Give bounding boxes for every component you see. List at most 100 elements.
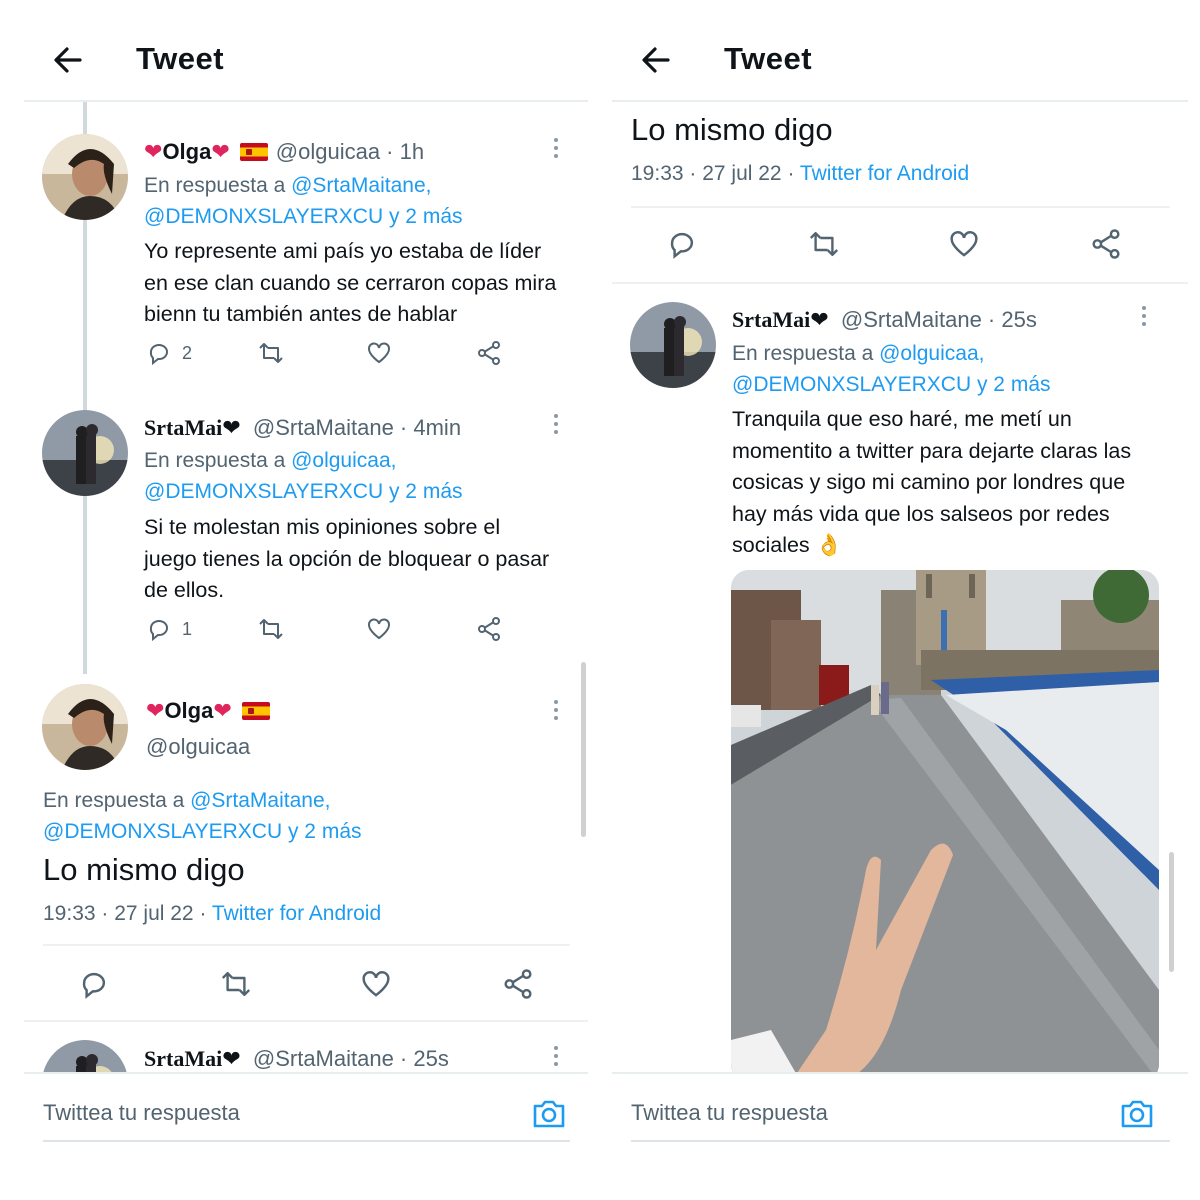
kebab-icon[interactable]	[552, 414, 560, 438]
page-title: Tweet	[724, 41, 813, 76]
divider	[43, 944, 570, 946]
avatar[interactable]	[42, 1040, 128, 1072]
tweet-actions: 2	[146, 340, 526, 380]
like-icon	[362, 971, 390, 997]
reply-input[interactable]: Twittea tu respuesta	[631, 1100, 828, 1126]
like-icon	[950, 231, 978, 257]
source-link[interactable]: Twitter for Android	[800, 162, 969, 185]
tweet-text: Yo represente ami país yo estaba de líde…	[144, 239, 557, 326]
mention-link[interactable]: @DEMONXSLAYERXCU y 2 más	[144, 205, 463, 228]
mention-link[interactable]: @DEMONXSLAYERXCU y 2 más	[144, 480, 463, 503]
like-icon	[368, 342, 390, 364]
reply-composer: Twittea tu respuesta	[612, 1072, 1200, 1200]
tweet-author[interactable]: SrtaMai ❤ @SrtaMaitane · 25s	[732, 307, 1037, 333]
retweet-button[interactable]	[256, 340, 286, 366]
retweet-button[interactable]	[218, 968, 254, 1000]
retweet-button[interactable]	[806, 228, 842, 260]
divider	[612, 282, 1188, 284]
tweet-actions	[666, 228, 1136, 268]
mention-link[interactable]: @SrtaMaitane,	[291, 174, 431, 197]
tweet-text: Tranquila que eso haré, me metí un momen…	[732, 407, 1132, 557]
reply-button[interactable]: 1	[146, 616, 192, 642]
page-title: Tweet	[136, 41, 225, 76]
author-handle[interactable]: @olguicaa	[146, 734, 250, 760]
reply-to: En respuesta a @SrtaMaitane, @DEMONXSLAY…	[144, 174, 463, 228]
tweet-timestamp: 19:33 · 27 jul 22 · Twitter for Android	[43, 902, 382, 925]
black-heart-icon: ❤	[222, 415, 241, 440]
reply-to: En respuesta a @olguicaa, @DEMONXSLAYERX…	[732, 342, 1051, 396]
kebab-icon[interactable]	[552, 700, 560, 724]
tweet-text: Lo mismo digo	[631, 112, 833, 147]
reply-to: En respuesta a @olguicaa, @DEMONXSLAYERX…	[144, 449, 463, 503]
black-heart-icon: ❤	[810, 307, 829, 332]
mention-link[interactable]: @DEMONXSLAYERXCU y 2 más	[43, 820, 362, 843]
tweet-text: Si te molestan mis opiniones sobre el ju…	[144, 515, 550, 602]
reply-button[interactable]: 2	[146, 340, 192, 366]
thread: Lo mismo digo 19:33 · 27 jul 22 · Twitte…	[612, 102, 1200, 1072]
divider	[24, 1020, 588, 1022]
tweet-author[interactable]: ❤ Olga ❤ @olguicaa · 1h	[144, 139, 424, 165]
share-icon	[1092, 229, 1120, 259]
tweet-photo[interactable]	[731, 570, 1159, 1072]
thread: ❤ Olga ❤ @olguicaa · 1h En respuesta a @Srt…	[0, 102, 588, 1072]
reply-button[interactable]	[78, 968, 110, 1000]
mention-link[interactable]: @olguicaa,	[291, 449, 396, 472]
mention-link[interactable]: @SrtaMaitane,	[190, 789, 330, 812]
spain-flag-icon	[239, 143, 268, 161]
like-button[interactable]	[366, 616, 392, 642]
scrollbar[interactable]	[581, 662, 586, 837]
avatar[interactable]	[42, 410, 128, 496]
avatar[interactable]	[42, 134, 128, 220]
avatar[interactable]	[630, 302, 716, 388]
retweet-icon	[259, 343, 283, 363]
mention-link[interactable]: @olguicaa,	[879, 342, 984, 365]
heart-icon: ❤	[211, 139, 230, 164]
like-button[interactable]	[366, 340, 392, 366]
source-link[interactable]: Twitter for Android	[212, 902, 381, 925]
top-bar: Tweet	[0, 0, 588, 100]
reply-to: En respuesta a @SrtaMaitane, @DEMONXSLAY…	[43, 789, 362, 843]
kebab-icon[interactable]	[552, 1046, 560, 1070]
tweet-text: Lo mismo digo	[43, 852, 245, 887]
tweet-author[interactable]: SrtaMai ❤ @SrtaMaitane · 25s	[144, 1046, 449, 1072]
left-screen: Tweet ❤ Olga ❤ @olguicaa · 1h En respuesta …	[0, 0, 588, 1200]
heart-icon: ❤	[146, 698, 165, 723]
reply-composer: Twittea tu respuesta	[0, 1072, 588, 1200]
divider	[24, 1072, 588, 1074]
avatar[interactable]	[42, 684, 128, 770]
tweet-actions: 1	[146, 616, 526, 656]
retweet-icon	[221, 971, 251, 996]
share-button[interactable]	[1090, 228, 1122, 260]
reply-button[interactable]	[666, 228, 698, 260]
share-button[interactable]	[476, 340, 502, 366]
heart-icon: ❤	[144, 139, 163, 164]
share-icon	[504, 969, 532, 999]
divider	[612, 1072, 1188, 1074]
divider	[631, 206, 1170, 208]
spain-flag-icon	[241, 702, 270, 720]
camera-icon[interactable]	[1118, 1094, 1156, 1137]
share-icon	[478, 341, 500, 365]
tweet-author[interactable]: SrtaMai ❤ @SrtaMaitane · 4min	[144, 415, 461, 441]
scrollbar[interactable]	[1169, 852, 1174, 972]
black-heart-icon: ❤	[222, 1046, 241, 1071]
reply-input[interactable]: Twittea tu respuesta	[43, 1100, 240, 1126]
like-button[interactable]	[360, 968, 392, 1000]
share-button[interactable]	[502, 968, 534, 1000]
back-arrow-icon[interactable]	[636, 40, 676, 80]
like-button[interactable]	[948, 228, 980, 260]
retweet-button[interactable]	[256, 616, 286, 642]
tweet-author[interactable]: ❤ Olga ❤	[146, 698, 278, 724]
camera-icon[interactable]	[530, 1094, 568, 1137]
share-button[interactable]	[476, 616, 502, 642]
back-arrow-icon[interactable]	[48, 40, 88, 80]
divider	[612, 100, 1188, 102]
kebab-icon[interactable]	[1140, 306, 1148, 330]
kebab-icon[interactable]	[552, 138, 560, 162]
top-bar: Tweet	[612, 0, 1200, 100]
divider	[631, 1140, 1170, 1142]
mention-link[interactable]: @DEMONXSLAYERXCU y 2 más	[732, 373, 1051, 396]
reply-icon	[149, 620, 169, 642]
tweet-actions	[78, 968, 548, 1008]
retweet-icon	[259, 619, 283, 639]
